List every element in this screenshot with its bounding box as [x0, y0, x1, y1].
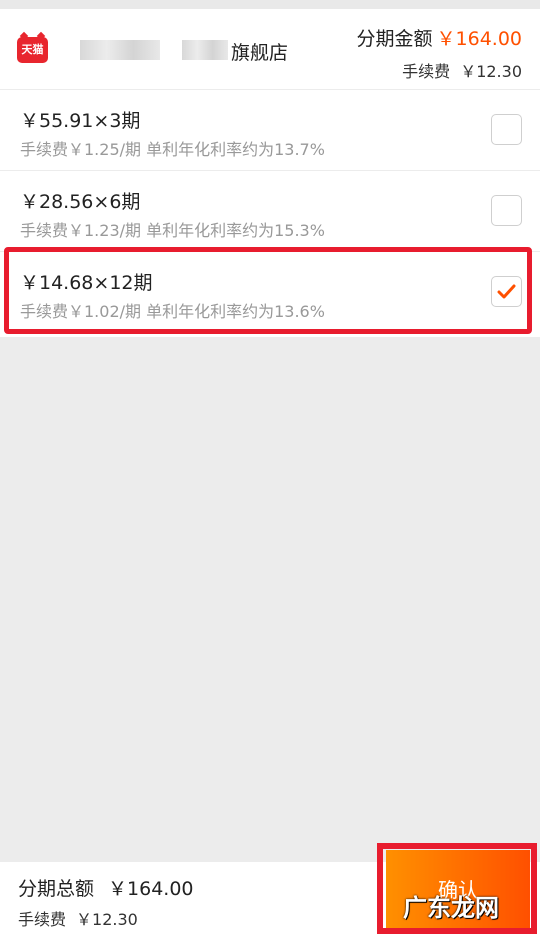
plan-checkbox-checked[interactable]	[491, 276, 522, 307]
plan-fee-rate: 手续费￥1.23/期 单利年化利率约为15.3%	[20, 221, 325, 240]
shop-header: 天猫 旗舰店 分期金额 ￥164.00 手续费 ￥12.30	[0, 9, 540, 89]
plan-fee-rate: 手续费￥1.02/期 单利年化利率约为13.6%	[20, 302, 325, 321]
plan-checkbox[interactable]	[491, 114, 522, 145]
shop-name-redacted	[182, 40, 228, 60]
plan-amount: ￥55.91×3期	[20, 110, 141, 132]
plan-option-6[interactable]: ￥28.56×6期 手续费￥1.23/期 单利年化利率约为15.3%	[0, 170, 540, 251]
footer-service-fee-value: ￥12.30	[76, 910, 138, 929]
top-strip	[0, 0, 540, 9]
installment-amount: 分期金额 ￥164.00	[357, 24, 523, 51]
installment-total: 分期总额 ￥164.00	[18, 874, 194, 901]
plan-fee-rate: 手续费￥1.25/期 单利年化利率约为13.7%	[20, 140, 325, 159]
watermark-logo: 广东龙网	[403, 893, 499, 922]
installment-total-value: ￥164.00	[108, 878, 194, 900]
shop-name-redacted	[80, 40, 160, 60]
plan-option-12[interactable]: ￥14.68×12期 手续费￥1.02/期 单利年化利率约为13.6%	[0, 251, 540, 332]
checkmark-icon	[497, 284, 516, 299]
installment-panel: 天猫 旗舰店 分期金额 ￥164.00 手续费 ￥12.30 ￥55.91×3期 手…	[0, 9, 540, 337]
service-fee-value: ￥12.30	[460, 62, 522, 81]
installment-total-label: 分期总额	[18, 878, 95, 900]
service-fee-label: 手续费	[402, 62, 451, 81]
plan-checkbox[interactable]	[491, 195, 522, 226]
tmall-logo: 天猫	[17, 37, 48, 63]
footer-service-fee-label: 手续费	[18, 910, 67, 929]
service-fee: 手续费 ￥12.30	[402, 58, 522, 82]
plan-amount: ￥14.68×12期	[20, 272, 153, 294]
shop-name-suffix: 旗舰店	[231, 42, 289, 64]
plan-option-3[interactable]: ￥55.91×3期 手续费￥1.25/期 单利年化利率约为13.7%	[0, 89, 540, 170]
installment-amount-value: ￥164.00	[436, 28, 522, 50]
installment-amount-label: 分期金额	[356, 28, 433, 50]
footer-service-fee: 手续费 ￥12.30	[18, 906, 138, 930]
plan-amount: ￥28.56×6期	[20, 191, 141, 213]
